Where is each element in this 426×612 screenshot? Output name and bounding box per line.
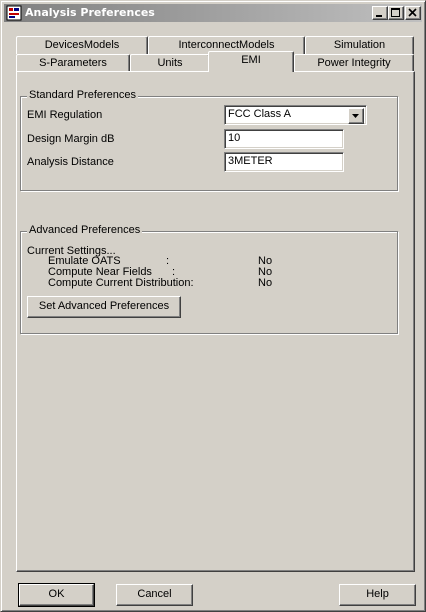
tab-units[interactable]: Units <box>130 54 210 72</box>
dialog-window: Analysis Preferences DevicesModels Inter… <box>0 0 426 612</box>
tab-label: Units <box>157 57 183 69</box>
button-label: Help <box>366 588 389 600</box>
tab-label: S-Parameters <box>39 57 107 69</box>
button-label: OK <box>48 588 65 600</box>
standard-preferences-group: Standard Preferences EMI Regulation FCC … <box>20 89 398 191</box>
tab-power-integrity[interactable]: Power Integrity <box>294 54 414 72</box>
window-title: Analysis Preferences <box>25 6 155 19</box>
emi-regulation-select[interactable]: FCC Class A <box>224 105 367 125</box>
tab-label: Simulation <box>333 39 386 51</box>
tab-label: EMI <box>241 54 261 66</box>
button-label: Cancel <box>137 588 172 600</box>
tab-devicesmodels[interactable]: DevicesModels <box>16 36 148 54</box>
group-title: Advanced Preferences <box>27 224 143 236</box>
tab-s-parameters[interactable]: S-Parameters <box>16 54 130 72</box>
button-label: Set Advanced Preferences <box>38 300 170 312</box>
design-margin-value: 10 <box>228 132 241 144</box>
chevron-down-icon <box>352 114 359 118</box>
tab-label: Power Integrity <box>317 57 391 69</box>
emi-regulation-value: FCC Class A <box>228 108 291 120</box>
analysis-distance-value: 3METER <box>228 155 273 167</box>
maximize-button[interactable] <box>388 6 404 20</box>
help-button[interactable]: Help <box>339 584 416 606</box>
minimize-icon <box>376 15 382 17</box>
app-icon <box>6 5 22 21</box>
title-bar[interactable]: Analysis Preferences <box>4 4 422 22</box>
compute-current-distribution-label: Compute Current Distribution: <box>48 277 194 289</box>
set-advanced-preferences-button[interactable]: Set Advanced Preferences <box>27 296 181 318</box>
cancel-button[interactable]: Cancel <box>116 584 193 606</box>
compute-current-distribution-value: No <box>258 277 273 289</box>
tab-emi[interactable]: EMI <box>208 51 294 72</box>
design-margin-input[interactable]: 10 <box>224 129 344 149</box>
emulate-oats-colon: : <box>166 255 170 267</box>
emi-tab-panel: Standard Preferences EMI Regulation FCC … <box>16 71 415 572</box>
tab-label: DevicesModels <box>44 39 120 51</box>
close-button[interactable] <box>405 6 421 20</box>
ok-button[interactable]: OK <box>18 583 95 607</box>
minimize-button[interactable] <box>372 6 388 20</box>
maximize-icon <box>391 8 400 17</box>
dropdown-button[interactable] <box>348 108 364 124</box>
tab-simulation[interactable]: Simulation <box>305 36 414 54</box>
group-title: Standard Preferences <box>27 89 139 101</box>
close-icon <box>408 8 417 17</box>
advanced-preferences-group: Advanced Preferences Current Settings...… <box>20 224 398 334</box>
emi-regulation-label: EMI Regulation <box>27 109 103 121</box>
design-margin-label: Design Margin dB <box>27 133 115 145</box>
analysis-distance-input[interactable]: 3METER <box>224 152 344 172</box>
tab-label: InterconnectModels <box>178 39 275 51</box>
analysis-distance-label: Analysis Distance <box>27 156 114 168</box>
